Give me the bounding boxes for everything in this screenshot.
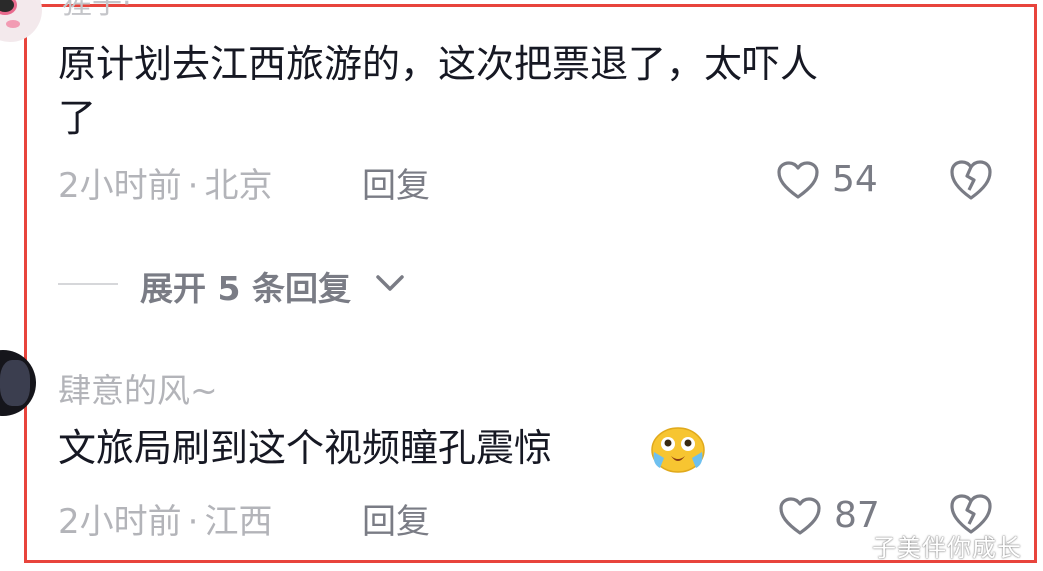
expand-replies-button[interactable]: 展开 5 条回复 [140,262,351,310]
avatar-cheek [6,20,20,28]
timestamp: 2小时前 [58,166,182,206]
watermark: 子美伴你成长 [872,534,1022,562]
reply-button[interactable]: 回复 [362,494,430,543]
location: 北京 [204,166,273,206]
comment-meta: 2小时前 · 江西 [58,494,272,543]
divider-line [58,283,118,285]
like-count: 54 [832,159,878,200]
reply-button[interactable]: 回复 [362,158,430,207]
meta-separator: · [187,166,199,206]
location: 江西 [204,502,273,542]
avatar-figure [0,360,30,406]
heart-icon[interactable] [776,160,820,200]
timestamp: 2小时前 [58,502,182,542]
comment-text-continued: 了 [58,96,97,140]
crying-laughing-emoji-icon [651,427,705,473]
meta-separator: · [187,502,199,542]
heart-icon[interactable] [778,496,822,536]
username[interactable]: 猩子· [62,0,132,22]
comment-text: 文旅局刷到这个视频瞳孔震惊 [58,426,553,470]
chevron-down-icon[interactable] [372,268,408,298]
username[interactable]: 肆意的风~ [58,364,218,412]
comment-meta: 2小时前 · 北京 [58,158,272,207]
comment-text: 原计划去江西旅游的，这次把票退了，太吓人 [58,42,819,86]
broken-heart-icon[interactable] [948,158,994,202]
avatar-eye [0,0,14,12]
